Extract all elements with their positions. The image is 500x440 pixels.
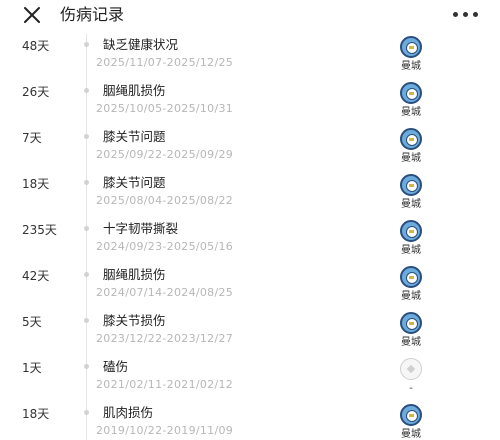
injury-duration: 5天 <box>22 315 42 329</box>
injury-type: 膝关节损伤 <box>103 313 166 328</box>
club-name: 曼城 <box>401 61 421 72</box>
injury-dates: 2025/10/05-2025/10/31 <box>96 102 234 115</box>
timeline-dot <box>84 180 89 185</box>
man-city-badge-icon <box>400 174 422 196</box>
timeline-dot <box>84 272 89 277</box>
club-name: 曼城 <box>401 291 421 302</box>
injury-row[interactable]: 18天 膝关节问题 2025/08/04-2025/08/22 曼城 <box>0 172 500 218</box>
injury-duration: 1天 <box>22 361 42 375</box>
injury-type: 磕伤 <box>103 359 129 374</box>
club-name: - <box>409 383 413 394</box>
club-name: 曼城 <box>401 107 421 118</box>
injury-dates: 2024/09/23-2025/05/16 <box>96 240 234 253</box>
injury-type: 胭绳肌损伤 <box>103 83 166 98</box>
club-name: 曼城 <box>401 199 421 210</box>
club-name: 曼城 <box>401 337 421 348</box>
injury-duration: 18天 <box>22 407 50 421</box>
injury-dates: 2024/07/14-2024/08/25 <box>96 286 234 299</box>
injury-row[interactable]: 48天 缺乏健康状况 2025/11/07-2025/12/25 曼城 <box>0 34 500 80</box>
injury-row[interactable]: 42天 胭绳肌损伤 2024/07/14-2024/08/25 曼城 <box>0 264 500 310</box>
injury-type: 十字韧带撕裂 <box>103 221 179 236</box>
injury-type: 膝关节问题 <box>103 175 166 190</box>
man-city-badge-icon <box>400 128 422 150</box>
club-name: 曼城 <box>401 153 421 164</box>
injury-dates: 2021/02/11-2021/02/12 <box>96 378 234 391</box>
injury-duration: 235天 <box>22 223 57 237</box>
more-options-icon[interactable] <box>434 7 478 21</box>
timeline-dot <box>84 42 89 47</box>
injury-duration: 26天 <box>22 85 50 99</box>
injury-type: 缺乏健康状况 <box>103 37 179 52</box>
injury-type: 膝关节问题 <box>103 129 166 144</box>
man-city-badge-icon <box>400 82 422 104</box>
injury-duration: 18天 <box>22 177 50 191</box>
timeline-dot <box>84 88 89 93</box>
injury-duration: 42天 <box>22 269 50 283</box>
timeline-dot <box>84 410 89 415</box>
timeline-dot <box>84 364 89 369</box>
man-city-badge-icon <box>400 266 422 288</box>
injury-dates: 2025/08/04-2025/08/22 <box>96 194 234 207</box>
injury-dates: 2019/10/22-2019/11/09 <box>96 424 234 437</box>
injury-row[interactable]: 7天 膝关节问题 2025/09/22-2025/09/29 曼城 <box>0 126 500 172</box>
club-name: 曼城 <box>401 429 421 440</box>
injury-type: 胭绳肌损伤 <box>103 267 166 282</box>
man-city-badge-icon <box>400 404 422 426</box>
timeline-dot <box>84 318 89 323</box>
injury-dates: 2025/11/07-2025/12/25 <box>96 56 234 69</box>
timeline-dot <box>84 134 89 139</box>
injury-duration: 7天 <box>22 131 42 145</box>
injury-row[interactable]: 1天 磕伤 2021/02/11-2021/02/12 - <box>0 356 500 402</box>
injury-dates: 2025/09/22-2025/09/29 <box>96 148 234 161</box>
injury-row[interactable]: 26天 胭绳肌损伤 2025/10/05-2025/10/31 曼城 <box>0 80 500 126</box>
injury-row[interactable]: 235天 十字韧带撕裂 2024/09/23-2025/05/16 曼城 <box>0 218 500 264</box>
man-city-badge-icon <box>400 312 422 334</box>
injury-dates: 2023/12/22-2023/12/27 <box>96 332 234 345</box>
man-city-badge-icon <box>400 36 422 58</box>
football-placeholder-icon <box>400 358 422 380</box>
close-icon[interactable] <box>22 6 42 24</box>
top-bar: 伤病记录 <box>0 0 500 30</box>
page-title: 伤病记录 <box>60 5 125 24</box>
injury-duration: 48天 <box>22 39 50 53</box>
injury-type: 肌肉损伤 <box>103 405 154 420</box>
man-city-badge-icon <box>400 220 422 242</box>
injury-row[interactable]: 18天 肌肉损伤 2019/10/22-2019/11/09 曼城 <box>0 402 500 440</box>
timeline-dot <box>84 226 89 231</box>
club-name: 曼城 <box>401 245 421 256</box>
injury-row[interactable]: 5天 膝关节损伤 2023/12/22-2023/12/27 曼城 <box>0 310 500 356</box>
